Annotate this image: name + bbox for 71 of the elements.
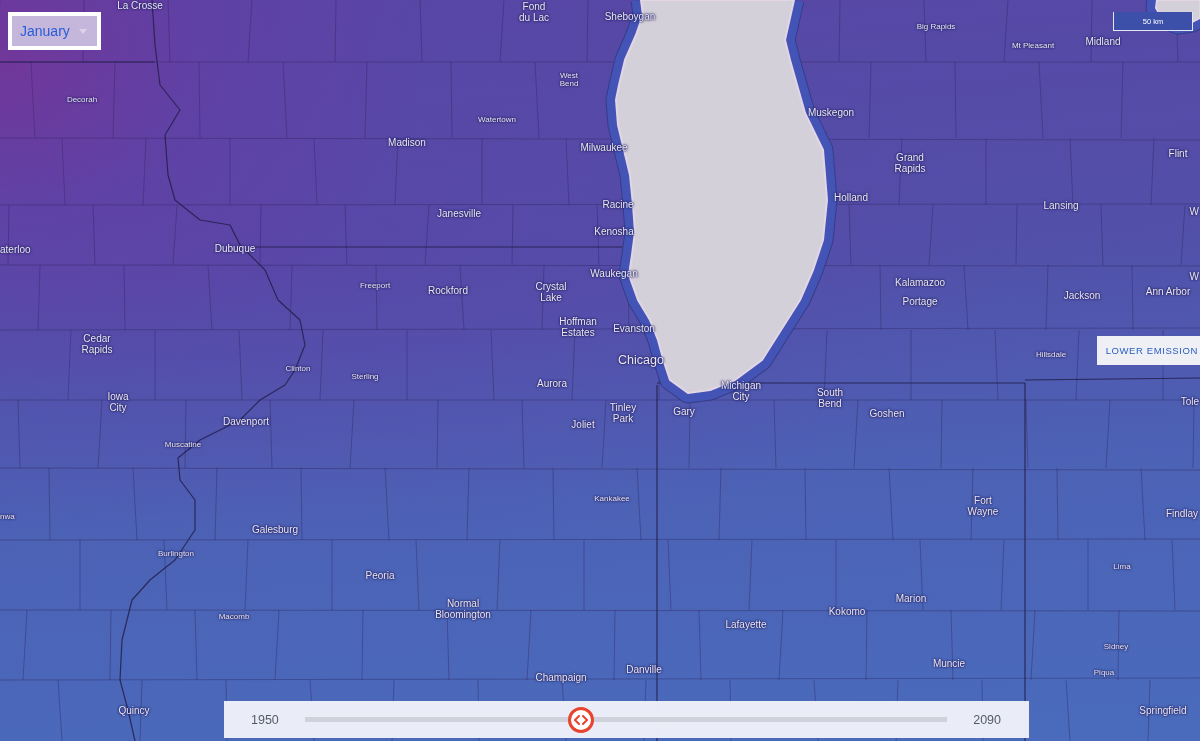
- place-label: Muskegon: [807, 107, 855, 119]
- place-label: Burlington: [158, 549, 194, 559]
- place-label: Sterling: [351, 372, 379, 382]
- place-label: Iowa City: [107, 391, 129, 413]
- place-label: Midland: [1085, 36, 1121, 48]
- place-label: Lafayette: [725, 619, 767, 631]
- month-dropdown[interactable]: January: [8, 12, 101, 50]
- place-label: Mt Pleasant: [1011, 41, 1055, 51]
- place-label: Marion: [895, 593, 927, 605]
- place-label: Fort Wayne: [967, 495, 999, 517]
- place-label: Joliet: [571, 419, 595, 431]
- place-label: Watertown: [478, 115, 516, 125]
- place-label: Kalamazoo: [895, 277, 945, 289]
- place-label: Gary: [673, 406, 695, 418]
- place-label: Kankakee: [594, 494, 630, 504]
- place-label: Springfield: [1139, 705, 1187, 717]
- end-year-label: 2090: [973, 712, 1001, 727]
- place-label: West Bend: [559, 71, 579, 89]
- place-label: Muscatine: [164, 440, 202, 450]
- place-label: Goshen: [869, 408, 905, 420]
- place-label: Big Rapids: [916, 22, 956, 32]
- place-label: South Bend: [816, 387, 844, 409]
- place-label: nwa: [0, 512, 15, 522]
- place-label: Crystal Lake: [535, 281, 567, 303]
- place-label: Lansing: [1043, 200, 1079, 212]
- place-label: Normal Bloomington: [435, 598, 491, 620]
- place-label: Quincy: [118, 705, 150, 717]
- place-label: Galesburg: [251, 524, 299, 536]
- place-label: W: [1189, 206, 1199, 218]
- place-label: Dubuque: [214, 243, 256, 255]
- place-label: Muncie: [932, 658, 966, 670]
- place-label: Holland: [834, 192, 868, 204]
- place-label: Decorah: [66, 95, 98, 105]
- place-label: Sidney: [1103, 642, 1129, 652]
- place-label: La Crosse: [117, 0, 163, 12]
- place-label: Aurora: [537, 378, 567, 390]
- place-label: Danville: [626, 664, 662, 676]
- place-label: W: [1189, 271, 1199, 283]
- caret-icon: [79, 28, 87, 34]
- place-label: Tinley Park: [609, 402, 637, 424]
- chevrons-icon: [574, 714, 589, 725]
- place-label: Fond du Lac: [519, 1, 549, 23]
- place-label: Lima: [1113, 562, 1131, 572]
- place-label: Hillsdale: [1035, 350, 1067, 360]
- place-label: Piqua: [1093, 668, 1115, 678]
- start-year-label: 1950: [251, 712, 279, 727]
- place-label: Champaign: [535, 672, 587, 684]
- place-label: Jackson: [1063, 290, 1101, 302]
- place-label: Freeport: [359, 281, 391, 291]
- place-label: Macomb: [218, 612, 250, 622]
- place-label: Peoria: [365, 570, 395, 582]
- slider-handle[interactable]: [568, 706, 595, 733]
- place-label: Cedar Rapids: [81, 333, 113, 355]
- place-label: Ann Arbor: [1145, 286, 1191, 298]
- place-label: Rockford: [428, 285, 468, 297]
- place-label: Clinton: [285, 364, 311, 374]
- place-label: Davenport: [222, 416, 270, 428]
- place-label: aterloo: [0, 244, 31, 256]
- place-label: Madison: [388, 137, 426, 149]
- place-label: Portage: [902, 296, 938, 308]
- place-label: Grand Rapids: [894, 152, 926, 174]
- place-label: Chicago: [618, 354, 664, 368]
- place-label: Kenosha: [594, 226, 634, 238]
- place-label: Janesville: [437, 208, 481, 220]
- place-label: Findlay: [1165, 508, 1199, 520]
- place-label: Flint: [1168, 148, 1188, 160]
- place-label: Hoffman Estates: [559, 316, 597, 338]
- place-label: Tole: [1180, 396, 1199, 408]
- place-label: Kokomo: [828, 606, 866, 618]
- scenario-button[interactable]: LOWER EMISSION: [1096, 336, 1200, 365]
- place-label: Michigan City: [721, 380, 761, 402]
